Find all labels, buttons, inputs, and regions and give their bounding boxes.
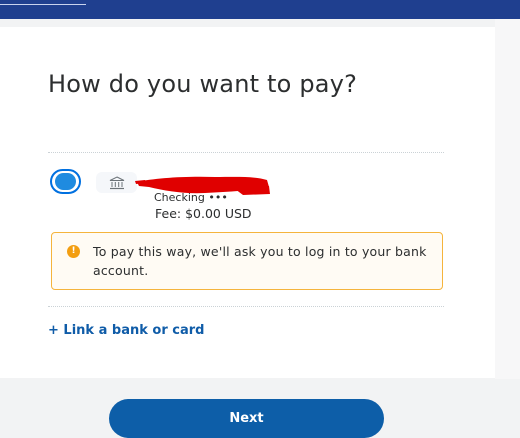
radio-selected-dot xyxy=(55,173,76,190)
next-button[interactable]: Next xyxy=(109,399,384,438)
header-tab-indicator xyxy=(0,4,86,5)
divider xyxy=(48,152,444,153)
warning-icon: ! xyxy=(67,245,80,258)
notice-text: To pay this way, we'll ask you to log in… xyxy=(93,244,427,278)
bank-login-notice: ! To pay this way, we'll ask you to log … xyxy=(51,232,443,290)
account-type-label: Checking ••• xyxy=(154,191,228,204)
page-side-gutter xyxy=(495,19,520,379)
top-header-bar xyxy=(0,0,520,19)
divider xyxy=(48,306,444,307)
bank-icon xyxy=(96,172,137,193)
payment-option-radio[interactable] xyxy=(50,169,81,194)
link-bank-or-card-link[interactable]: + Link a bank or card xyxy=(48,323,204,338)
bank-building-icon xyxy=(109,175,124,189)
page-title: How do you want to pay? xyxy=(48,70,358,98)
fee-label: Fee: $0.00 USD xyxy=(155,206,252,221)
